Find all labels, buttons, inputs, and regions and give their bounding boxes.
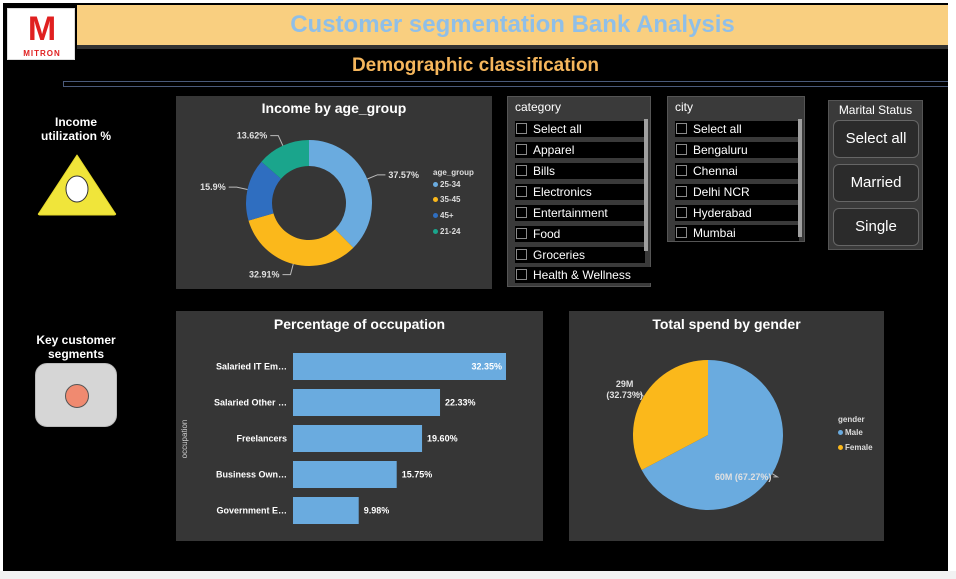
checkbox-icon — [676, 144, 687, 155]
checkbox-icon — [676, 227, 687, 238]
marital-option-single[interactable]: Single — [833, 208, 919, 246]
category-item-groceries[interactable]: Groceries — [515, 247, 645, 263]
income-by-age-panel: Income by age_group 37.57% 32.91% 15.9% 13.… — [176, 96, 492, 289]
marital-option-select-all[interactable]: Select all — [833, 120, 919, 158]
legend-item-21-24[interactable]: 21-24 — [433, 227, 460, 236]
leader-line-male — [771, 473, 780, 478]
city-item-chennai[interactable]: Chennai — [675, 163, 799, 179]
marital-status-slicer: Marital Status Select all Married Single — [828, 100, 923, 250]
checkbox-icon — [676, 123, 687, 134]
logo-letter: M — [27, 10, 57, 48]
income-indicator-dot — [65, 175, 89, 203]
category-item-health-wellness[interactable]: Health & Wellness — [515, 267, 651, 283]
bar-4 — [293, 497, 359, 524]
page-title: Customer segmentation Bank Analysis — [290, 11, 735, 38]
city-slicer: city Select all Bengaluru Chennai Delhi … — [667, 96, 805, 242]
category-label-3: Business Own… — [216, 470, 287, 480]
checkbox-icon — [516, 207, 527, 218]
leader-line-21-24 — [270, 135, 284, 146]
bar-value-label-3: 15.75% — [402, 470, 433, 480]
checkbox-icon — [676, 207, 687, 218]
marital-option-married[interactable]: Married — [833, 164, 919, 202]
city-item-mumbai[interactable]: Mumbai — [675, 225, 799, 241]
occupation-axis-label: occupation — [180, 420, 189, 459]
category-label-0: Salaried IT Em… — [216, 362, 287, 372]
bottom-strip — [0, 571, 956, 579]
data-label-25-34: 37.57% — [388, 170, 419, 180]
leader-line-25-34 — [367, 174, 386, 180]
checkbox-icon — [516, 249, 527, 260]
city-item-bengaluru[interactable]: Bengaluru — [675, 142, 799, 158]
city-slicer-header: city — [675, 100, 693, 114]
segment-dot-icon — [65, 384, 89, 408]
bar-value-label-0: 32.35% — [471, 362, 502, 372]
income-utilization-button[interactable] — [35, 151, 119, 217]
bar-1 — [293, 389, 441, 416]
category-item-entertainment[interactable]: Entertainment — [515, 205, 645, 221]
occupation-bar-chart[interactable]: occupation Salaried IT Em… 32.35% Salaried … — [176, 311, 543, 541]
city-item-delhi-ncr[interactable]: Delhi NCR — [675, 184, 799, 200]
legend-item-female[interactable]: Female — [838, 443, 873, 452]
city-item-select-all[interactable]: Select all — [675, 121, 799, 137]
gender-legend-title: gender — [838, 415, 865, 424]
category-item-food[interactable]: Food — [515, 226, 645, 242]
dashboard-canvas: M MITRON Customer segmentation Bank Anal… — [3, 3, 948, 571]
checkbox-icon — [516, 144, 527, 155]
income-by-age-donut[interactable]: 37.57% 32.91% 15.9% 13.62% — [176, 96, 492, 289]
category-slicer-header: category — [515, 100, 562, 114]
bar-3 — [293, 461, 397, 488]
checkbox-icon — [516, 228, 527, 239]
leader-line-35-45 — [282, 263, 294, 276]
slice-35-45 — [248, 213, 354, 266]
data-label-21-24: 13.62% — [237, 131, 268, 141]
category-label-2: Freelancers — [236, 434, 287, 444]
bar-value-label-2: 19.60% — [427, 434, 458, 444]
age-group-legend-title: age_group — [433, 168, 474, 177]
mitron-logo: M MITRON — [7, 8, 75, 60]
category-item-select-all[interactable]: Select all — [515, 121, 645, 137]
section-title: Demographic classification — [351, 55, 600, 76]
checkbox-icon — [516, 165, 527, 176]
slice-25-34 — [309, 140, 372, 248]
category-item-apparel[interactable]: Apparel — [515, 142, 645, 158]
category-label-1: Salaried Other … — [214, 398, 287, 408]
checkbox-icon — [516, 123, 527, 134]
legend-item-25-34[interactable]: 25-34 — [433, 180, 460, 189]
city-item-hyderabad[interactable]: Hyderabad — [675, 205, 799, 221]
checkbox-icon — [676, 165, 687, 176]
category-item-electronics[interactable]: Electronics — [515, 184, 645, 200]
data-label-35-45: 32.91% — [249, 270, 280, 280]
category-item-bills[interactable]: Bills — [515, 163, 645, 179]
checkbox-icon — [516, 186, 527, 197]
checkbox-icon — [676, 186, 687, 197]
category-label-4: Government E… — [216, 506, 287, 516]
data-label-male: 60M (67.27%) — [715, 472, 772, 482]
gender-panel: Total spend by gender 60M (67.27%) 29M (32… — [569, 311, 884, 541]
section-divider — [63, 81, 948, 87]
category-scrollbar[interactable] — [644, 119, 648, 251]
title-bar: Customer segmentation Bank Analysis — [77, 5, 948, 45]
city-scrollbar[interactable] — [798, 119, 802, 237]
legend-item-male[interactable]: Male — [838, 428, 863, 437]
leader-line-45 — [228, 186, 248, 191]
marital-status-header: Marital Status — [838, 103, 913, 117]
bar-value-label-1: 22.33% — [445, 398, 476, 408]
checkbox-icon — [516, 269, 527, 280]
legend-item-35-45[interactable]: 35-45 — [433, 195, 460, 204]
title-shadow — [77, 45, 948, 49]
bar-value-label-4: 9.98% — [364, 506, 390, 516]
income-utilization-label: Income utilization % — [41, 115, 111, 143]
category-slicer: category Select all Apparel Bills Electr… — [507, 96, 651, 287]
data-label-female: 29M (32.73%) — [606, 379, 643, 400]
key-customer-segments-button[interactable] — [35, 363, 117, 427]
data-label-45: 15.9% — [200, 182, 226, 192]
occupation-panel: Percentage of occupation occupation Salar… — [176, 311, 543, 541]
gender-pie-chart[interactable]: 60M (67.27%) 29M (32.73%) — [569, 311, 884, 541]
bar-2 — [293, 425, 423, 452]
legend-item-45-plus[interactable]: 45+ — [433, 211, 454, 220]
key-customer-segments-label: Key customer segments — [36, 333, 116, 361]
